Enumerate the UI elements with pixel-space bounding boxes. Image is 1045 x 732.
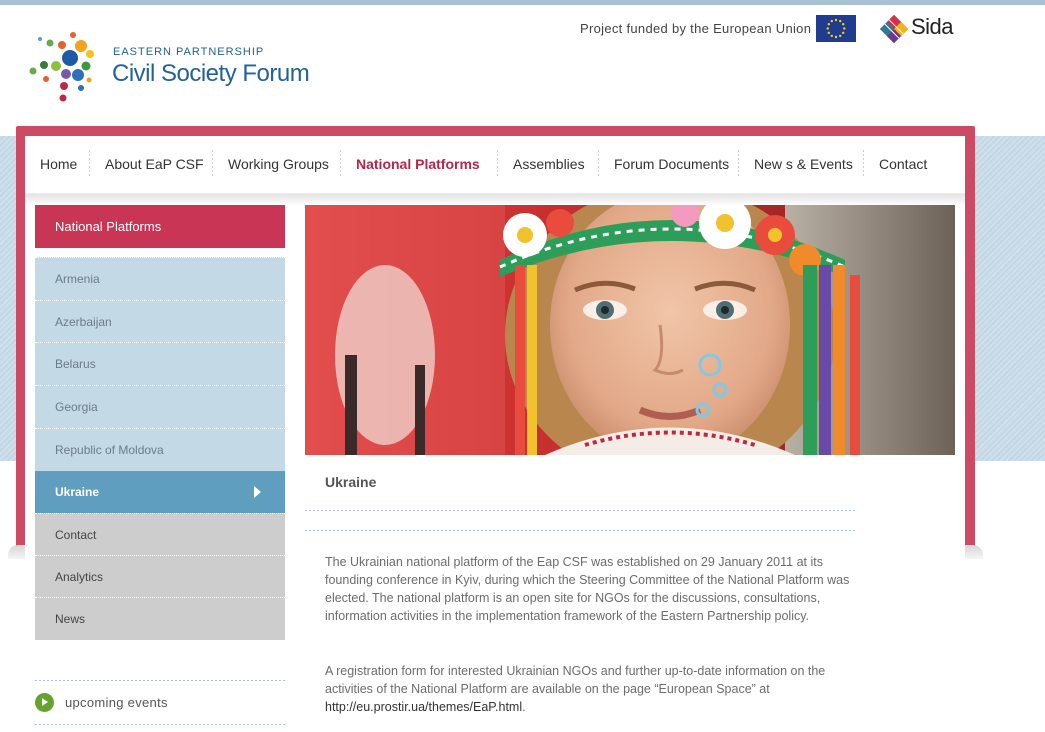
nav-separator [89, 150, 90, 178]
sidebar-item-armenia[interactable]: Armenia [35, 257, 285, 300]
sidebar-item-news[interactable]: News [35, 597, 285, 640]
top-strip [0, 0, 1045, 5]
nav-separator [212, 150, 213, 178]
divider [305, 530, 855, 531]
divider [35, 724, 285, 725]
european-space-link[interactable]: http://eu.prostir.ua/themes/EaP.html [325, 700, 522, 714]
nav-working-groups[interactable]: Working Groups [228, 150, 329, 180]
sida-logo-text: Sida [911, 14, 954, 39]
sidebar-item-belarus[interactable]: Belarus [35, 342, 285, 385]
nav-separator [340, 150, 341, 178]
body-paragraph: The Ukrainian national platform of the E… [325, 555, 850, 623]
body-paragraph: A registration form for interested Ukrai… [325, 662, 860, 716]
sidebar-item-label: Contact [55, 528, 97, 542]
nav-news-events[interactable]: New s & Events [754, 150, 853, 180]
divider [305, 510, 855, 511]
play-circle-icon[interactable] [35, 693, 54, 712]
arrow-right-icon [254, 486, 261, 498]
sidebar-item-label: Belarus [55, 357, 96, 371]
nav-national-platforms[interactable]: National Platforms [356, 150, 480, 180]
logo-subtitle: EASTERN PARTNERSHIP [113, 46, 265, 58]
hero-image [305, 205, 955, 455]
divider [35, 680, 285, 681]
sidebar-item-contact[interactable]: Contact [35, 513, 285, 556]
sidebar-item-georgia[interactable]: Georgia [35, 385, 285, 428]
funding-notice: Project funded by the European Union [580, 21, 812, 36]
body-text: . [522, 700, 526, 714]
body-text: A registration form for interested Ukrai… [325, 664, 826, 696]
sidebar-item-moldova[interactable]: Republic of Moldova [35, 428, 285, 471]
sidebar-item-label: Ukraine [55, 485, 100, 499]
nav-separator [738, 150, 739, 178]
logo-title[interactable]: Civil Society Forum [112, 60, 310, 88]
sidebar-item-ukraine[interactable]: Ukraine [35, 471, 285, 514]
sidebar-item-label: Georgia [55, 400, 98, 414]
nav-separator [863, 150, 864, 178]
nav-home[interactable]: Home [40, 150, 77, 180]
nav-assemblies[interactable]: Assemblies [513, 150, 585, 180]
nav-about[interactable]: About EaP CSF [105, 150, 204, 180]
nav-separator [598, 150, 599, 178]
nav-contact[interactable]: Contact [879, 150, 927, 180]
frame-shadow-left [8, 545, 26, 559]
sidebar-item-label: Analytics [55, 570, 104, 584]
sidebar-item-label: Republic of Moldova [55, 443, 164, 457]
upcoming-events-link[interactable]: upcoming events [65, 695, 168, 710]
page-title: Ukraine [325, 474, 377, 490]
frame-shadow-right [965, 545, 983, 559]
sidebar-item-label: Armenia [55, 272, 100, 286]
sidebar-item-label: News [55, 612, 86, 626]
eu-flag-icon[interactable] [816, 15, 856, 42]
sidebar-item-azerbaijan[interactable]: Azerbaijan [35, 300, 285, 343]
sidebar-heading[interactable]: National Platforms [35, 205, 285, 248]
sidebar-item-analytics[interactable]: Analytics [35, 555, 285, 598]
nav-separator [497, 150, 498, 178]
sidebar-item-label: Azerbaijan [55, 315, 112, 329]
nav-forum-documents[interactable]: Forum Documents [614, 150, 729, 180]
